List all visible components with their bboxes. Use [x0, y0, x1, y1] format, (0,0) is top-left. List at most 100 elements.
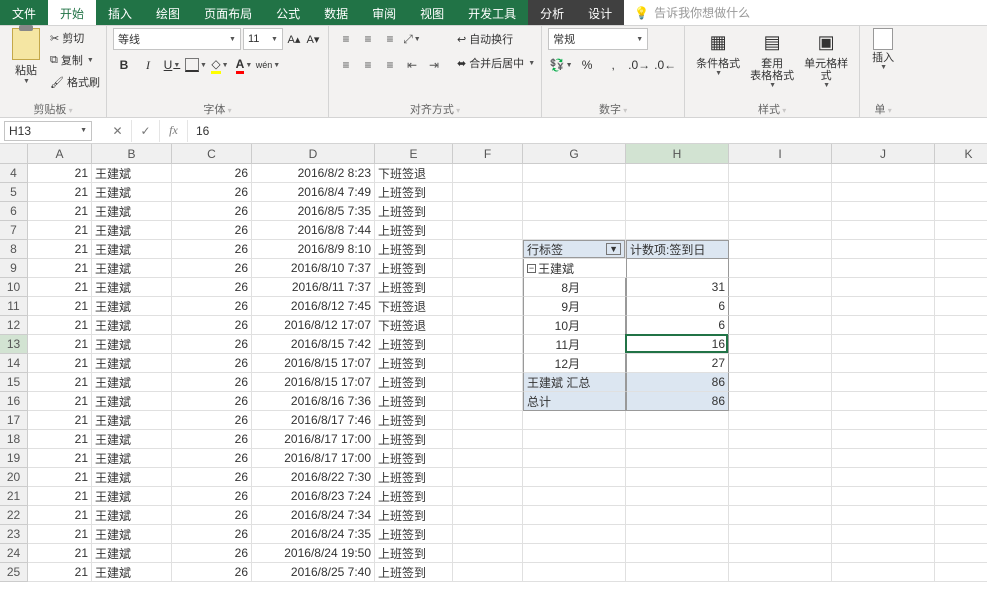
- cell-I15[interactable]: [729, 373, 832, 392]
- cell-K7[interactable]: [935, 221, 987, 240]
- cell-E14[interactable]: 上班签到: [375, 354, 453, 373]
- cell-K8[interactable]: [935, 240, 987, 259]
- cell-F22[interactable]: [453, 506, 523, 525]
- cell-C23[interactable]: 26: [172, 525, 252, 544]
- cell-H20[interactable]: [626, 468, 729, 487]
- cell-I20[interactable]: [729, 468, 832, 487]
- cell-H5[interactable]: [626, 183, 729, 202]
- cell-C15[interactable]: 26: [172, 373, 252, 392]
- cell-G17[interactable]: [523, 411, 626, 430]
- row-header-12[interactable]: 12: [0, 316, 28, 335]
- cell-K23[interactable]: [935, 525, 987, 544]
- cell-A23[interactable]: 21: [28, 525, 92, 544]
- cell-K25[interactable]: [935, 563, 987, 582]
- cell-H23[interactable]: [626, 525, 729, 544]
- row-header-13[interactable]: 13: [0, 335, 28, 354]
- cell-D24[interactable]: 2016/8/24 19:50: [252, 544, 375, 563]
- cell-H6[interactable]: [626, 202, 729, 221]
- cell-E15[interactable]: 上班签到: [375, 373, 453, 392]
- increase-font-button[interactable]: A▴: [285, 28, 303, 50]
- cell-I18[interactable]: [729, 430, 832, 449]
- cell-C7[interactable]: 26: [172, 221, 252, 240]
- cell-B6[interactable]: 王建斌: [92, 202, 172, 221]
- cell-G13[interactable]: 11月: [523, 335, 626, 354]
- cell-H15[interactable]: 86: [626, 373, 729, 392]
- cell-E23[interactable]: 上班签到: [375, 525, 453, 544]
- tab-view[interactable]: 视图: [408, 0, 456, 25]
- font-name-combo[interactable]: 等线▼: [113, 28, 241, 50]
- font-color-button[interactable]: A▼: [233, 54, 255, 76]
- cell-H21[interactable]: [626, 487, 729, 506]
- cell-H25[interactable]: [626, 563, 729, 582]
- tab-home[interactable]: 开始: [48, 0, 96, 25]
- col-header-H[interactable]: H: [626, 144, 729, 164]
- cell-D6[interactable]: 2016/8/5 7:35: [252, 202, 375, 221]
- row-header-11[interactable]: 11: [0, 297, 28, 316]
- cell-A24[interactable]: 21: [28, 544, 92, 563]
- cell-C13[interactable]: 26: [172, 335, 252, 354]
- cell-J18[interactable]: [832, 430, 935, 449]
- cell-B7[interactable]: 王建斌: [92, 221, 172, 240]
- tab-draw[interactable]: 绘图: [144, 0, 192, 25]
- cell-A22[interactable]: 21: [28, 506, 92, 525]
- cell-I5[interactable]: [729, 183, 832, 202]
- accounting-button[interactable]: 💱▼: [548, 54, 574, 76]
- cell-F16[interactable]: [453, 392, 523, 411]
- cell-I17[interactable]: [729, 411, 832, 430]
- cell-C18[interactable]: 26: [172, 430, 252, 449]
- cell-K10[interactable]: [935, 278, 987, 297]
- row-header-18[interactable]: 18: [0, 430, 28, 449]
- format-as-table-button[interactable]: ▤ 套用 表格格式▼: [747, 28, 797, 89]
- cell-J8[interactable]: [832, 240, 935, 259]
- cell-H17[interactable]: [626, 411, 729, 430]
- cell-F23[interactable]: [453, 525, 523, 544]
- cell-K17[interactable]: [935, 411, 987, 430]
- cell-E19[interactable]: 上班签到: [375, 449, 453, 468]
- cell-G16[interactable]: 总计: [523, 392, 626, 411]
- cell-F21[interactable]: [453, 487, 523, 506]
- cell-F18[interactable]: [453, 430, 523, 449]
- tab-insert[interactable]: 插入: [96, 0, 144, 25]
- cell-D7[interactable]: 2016/8/8 7:44: [252, 221, 375, 240]
- cell-C5[interactable]: 26: [172, 183, 252, 202]
- cell-D19[interactable]: 2016/8/17 17:00: [252, 449, 375, 468]
- cell-A21[interactable]: 21: [28, 487, 92, 506]
- conditional-format-button[interactable]: ▦ 条件格式▼: [693, 28, 743, 77]
- row-header-5[interactable]: 5: [0, 183, 28, 202]
- wrap-text-button[interactable]: ↩自动换行: [457, 28, 535, 50]
- cell-F20[interactable]: [453, 468, 523, 487]
- cell-D13[interactable]: 2016/8/15 7:42: [252, 335, 375, 354]
- font-size-combo[interactable]: 11▼: [243, 28, 283, 50]
- cell-F6[interactable]: [453, 202, 523, 221]
- cell-C25[interactable]: 26: [172, 563, 252, 582]
- border-button[interactable]: ▼: [185, 54, 207, 76]
- cell-E25[interactable]: 上班签到: [375, 563, 453, 582]
- cell-E10[interactable]: 上班签到: [375, 278, 453, 297]
- tab-analyze[interactable]: 分析: [528, 0, 576, 25]
- cell-J5[interactable]: [832, 183, 935, 202]
- cell-D15[interactable]: 2016/8/15 17:07: [252, 373, 375, 392]
- cell-H16[interactable]: 86: [626, 392, 729, 411]
- align-bottom-button[interactable]: ≡: [379, 28, 401, 50]
- cell-B8[interactable]: 王建斌: [92, 240, 172, 259]
- decrease-indent-button[interactable]: ⇤: [401, 54, 423, 76]
- cell-E18[interactable]: 上班签到: [375, 430, 453, 449]
- cell-G11[interactable]: 9月: [523, 297, 626, 316]
- tab-file[interactable]: 文件: [0, 0, 48, 25]
- cell-E12[interactable]: 下班签退: [375, 316, 453, 335]
- cell-H24[interactable]: [626, 544, 729, 563]
- cell-K20[interactable]: [935, 468, 987, 487]
- select-all-corner[interactable]: [0, 144, 28, 164]
- cell-I16[interactable]: [729, 392, 832, 411]
- cell-J16[interactable]: [832, 392, 935, 411]
- cell-J25[interactable]: [832, 563, 935, 582]
- cell-A15[interactable]: 21: [28, 373, 92, 392]
- cell-C17[interactable]: 26: [172, 411, 252, 430]
- insert-cells-button[interactable]: 插入▼: [866, 28, 900, 71]
- cell-G7[interactable]: [523, 221, 626, 240]
- increase-decimal-button[interactable]: .0→: [626, 54, 652, 76]
- cell-H7[interactable]: [626, 221, 729, 240]
- cell-B5[interactable]: 王建斌: [92, 183, 172, 202]
- cell-H8[interactable]: 计数项:签到日: [626, 240, 729, 259]
- copy-button[interactable]: ⧉复制▼: [50, 50, 100, 70]
